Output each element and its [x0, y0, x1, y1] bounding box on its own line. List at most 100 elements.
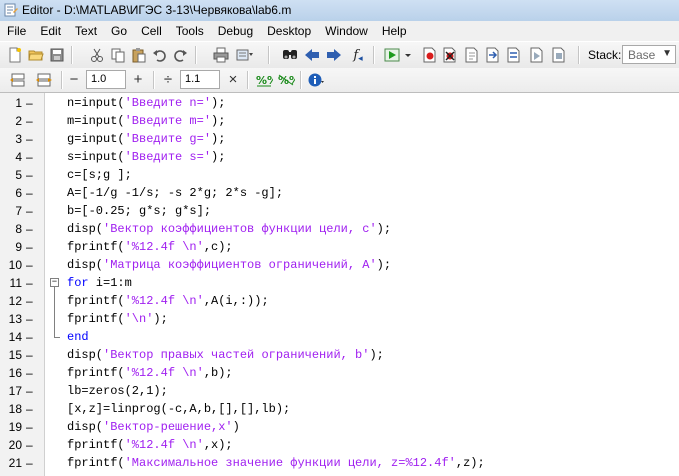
run-icon[interactable] [382, 45, 402, 65]
code-line[interactable]: 17– lb=zeros(2,1); [0, 382, 679, 400]
multiply-button[interactable]: × [225, 70, 241, 90]
string-token: '%12.4f \n' [124, 438, 204, 452]
breakpoint-marker[interactable]: – [26, 436, 33, 454]
step-icon[interactable] [462, 45, 482, 65]
back-icon[interactable] [302, 45, 322, 65]
string-token: 'Введите m=' [124, 114, 212, 128]
code-line[interactable]: 5– c=[s;g ]; [0, 166, 679, 184]
menu-debug[interactable]: Debug [211, 21, 260, 41]
cell-help-icon[interactable] [306, 70, 326, 90]
breakpoint-marker[interactable]: – [26, 382, 33, 400]
breakpoint-marker[interactable]: – [26, 310, 33, 328]
code-line[interactable]: 15– disp('Вектор правых частей ограничени… [0, 346, 679, 364]
breakpoint-set-icon[interactable] [420, 45, 440, 65]
breakpoint-marker[interactable]: – [26, 220, 33, 238]
cell-value-input-1[interactable]: 1.0 [86, 70, 126, 89]
code-line[interactable]: 10– disp('Матрица коэффициентов ограничен… [0, 256, 679, 274]
breakpoint-marker[interactable]: – [26, 292, 33, 310]
breakpoint-marker[interactable]: – [26, 184, 33, 202]
code-line[interactable]: 3– g=input('Введите g='); [0, 130, 679, 148]
menu-go[interactable]: Go [104, 21, 134, 41]
code-line[interactable]: 7– b=[-0.25; g*s; g*s]; [0, 202, 679, 220]
code-line[interactable]: 8– disp('Вектор коэффициентов функции цел… [0, 220, 679, 238]
cut-icon[interactable] [87, 45, 107, 65]
breakpoint-marker[interactable]: – [26, 274, 33, 292]
code-line[interactable]: 20– fprintf('%12.4f \n',x); [0, 436, 679, 454]
cell-toolbar: − 1.0 + ÷ 1.1 × %% %% [0, 68, 679, 93]
code-line[interactable]: 1– n=input('Введите n='); [0, 94, 679, 112]
exit-debug-icon[interactable] [549, 45, 569, 65]
code-line[interactable]: 2– m=input('Введите m='); [0, 112, 679, 130]
menu-edit[interactable]: Edit [33, 21, 68, 41]
breakpoint-marker[interactable]: – [26, 94, 33, 112]
percent-cell-remove-icon[interactable]: %% [276, 70, 296, 90]
string-token: '%12.4f \n' [124, 366, 204, 380]
code-line[interactable]: 14– end [0, 328, 679, 346]
code-line[interactable]: 4– s=input('Введите s='); [0, 148, 679, 166]
menu-desktop[interactable]: Desktop [260, 21, 318, 41]
step-in-icon[interactable] [483, 45, 503, 65]
breakpoint-marker[interactable]: – [26, 148, 33, 166]
redo-icon[interactable] [170, 45, 190, 65]
code-line[interactable]: 21– fprintf('Максимальное значение функци… [0, 454, 679, 472]
function-sub-label: ◂ [358, 52, 363, 63]
breakpoint-marker[interactable]: – [26, 166, 33, 184]
code-line[interactable]: 11– for i=1:m [0, 274, 679, 292]
run-cell-icon[interactable] [34, 70, 54, 90]
new-file-icon[interactable] [5, 45, 25, 65]
continue-icon[interactable] [527, 45, 547, 65]
breakpoint-marker[interactable]: – [26, 202, 33, 220]
code-editor[interactable]: 1– n=input('Введите n='); 2– m=input('Введи… [0, 93, 679, 476]
insert-cell-icon[interactable] [8, 70, 28, 90]
code-token: disp( [67, 348, 104, 362]
menu-file[interactable]: File [0, 21, 33, 41]
menu-text[interactable]: Text [68, 21, 104, 41]
breakpoint-marker[interactable]: – [26, 112, 33, 130]
string-token: '%12.4f \n' [124, 294, 204, 308]
code-token: ,A(i,:)); [203, 294, 269, 308]
breakpoint-marker[interactable]: – [26, 256, 33, 274]
breakpoint-marker[interactable]: – [26, 364, 33, 382]
open-folder-icon[interactable] [26, 45, 46, 65]
breakpoint-marker[interactable]: – [26, 130, 33, 148]
print-icon[interactable] [211, 45, 231, 65]
forward-icon[interactable] [324, 45, 344, 65]
paste-icon[interactable] [129, 45, 149, 65]
percent-cell-icon[interactable]: %% [254, 70, 274, 90]
menu-window[interactable]: Window [318, 21, 375, 41]
code-text: lb=zeros(2,1); [67, 382, 168, 400]
function-icon[interactable]: f ◂ [347, 45, 369, 65]
decrement-button[interactable]: − [66, 70, 82, 90]
breakpoint-marker[interactable]: – [26, 238, 33, 256]
code-line[interactable]: 9– fprintf('%12.4f \n',c); [0, 238, 679, 256]
divide-button[interactable]: ÷ [160, 70, 176, 90]
print-preview-icon[interactable] [235, 45, 255, 65]
code-line[interactable]: 18– [x,z]=linprog(-c,A,b,[],[],lb); [0, 400, 679, 418]
copy-icon[interactable] [108, 45, 128, 65]
undo-icon[interactable] [150, 45, 170, 65]
find-icon[interactable] [280, 45, 300, 65]
menu-cell[interactable]: Cell [134, 21, 169, 41]
code-line[interactable]: 19– disp('Вектор-решение,x') [0, 418, 679, 436]
breakpoint-marker[interactable]: – [26, 346, 33, 364]
menu-tools[interactable]: Tools [169, 21, 211, 41]
cell-value-input-2[interactable]: 1.1 [180, 70, 220, 89]
breakpoint-marker[interactable]: – [26, 418, 33, 436]
stack-select[interactable]: Base ▼ [622, 45, 676, 64]
toolbar-separator [71, 46, 73, 64]
breakpoint-clear-icon[interactable] [440, 45, 460, 65]
code-line[interactable]: 12– fprintf('%12.4f \n',A(i,:)); [0, 292, 679, 310]
fold-collapse-icon[interactable]: − [50, 278, 59, 287]
code-line[interactable]: 6– A=[-1/g -1/s; -s 2*g; 2*s -g]; [0, 184, 679, 202]
step-out-icon[interactable] [504, 45, 524, 65]
breakpoint-marker[interactable]: – [26, 454, 33, 472]
run-dropdown-icon[interactable] [402, 45, 414, 65]
code-line[interactable]: 13– fprintf('\n'); [0, 310, 679, 328]
code-line[interactable]: 16– fprintf('%12.4f \n',b); [0, 364, 679, 382]
breakpoint-marker[interactable]: – [26, 328, 33, 346]
save-icon[interactable] [47, 45, 67, 65]
code-token: g=input( [67, 132, 125, 146]
breakpoint-marker[interactable]: – [26, 400, 33, 418]
increment-button[interactable]: + [130, 70, 146, 90]
menu-help[interactable]: Help [375, 21, 414, 41]
